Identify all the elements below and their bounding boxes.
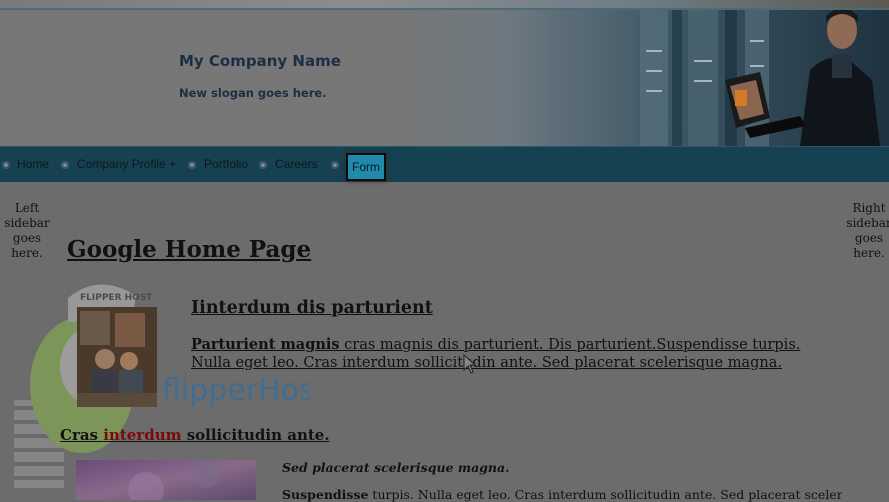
section-paragraph[interactable]: Parturient magnis cras magnis dis partur… bbox=[191, 336, 831, 372]
subsection-italic: Sed placerat scelerisque magna. bbox=[282, 460, 510, 475]
nav-bullet-icon bbox=[259, 161, 267, 169]
page-title[interactable]: Google Home Page bbox=[67, 236, 311, 263]
slogan: New slogan goes here. bbox=[179, 86, 327, 100]
watermark-cap-text: FLIPPER HOST bbox=[80, 293, 153, 303]
right-sidebar: Right sidebar goes here. bbox=[846, 201, 889, 260]
main-nav: Home Company Profile + Portfolio Careers… bbox=[0, 146, 889, 182]
purple-thumbnail bbox=[76, 460, 256, 500]
subsection-title[interactable]: Cras interdum sollicitudin ante. bbox=[60, 426, 330, 444]
subsection-title-start: Cras bbox=[60, 426, 104, 444]
left-sidebar: Left sidebar goes here. bbox=[4, 201, 50, 260]
nav-bullet-icon bbox=[2, 161, 10, 169]
nav-item-company-profile[interactable]: Company Profile + bbox=[77, 147, 176, 182]
top-strip bbox=[0, 0, 889, 8]
office-photo bbox=[77, 307, 157, 407]
nav-bullet-icon bbox=[61, 161, 69, 169]
subsection-title-end: sollicitudin ante. bbox=[181, 426, 330, 444]
mouse-cursor-icon bbox=[463, 354, 477, 374]
nav-item-careers[interactable]: Careers bbox=[275, 147, 318, 182]
nav-item-form[interactable]: Form bbox=[346, 153, 386, 181]
subsection-title-highlight: interdum bbox=[103, 426, 182, 444]
nav-item-portfolio[interactable]: Portfolio bbox=[204, 147, 248, 182]
header-photo bbox=[560, 10, 889, 146]
nav-bullet-icon bbox=[331, 161, 339, 169]
section-lead-bold: Parturient magnis bbox=[191, 336, 340, 353]
company-name[interactable]: My Company Name bbox=[179, 52, 341, 70]
nav-item-home[interactable]: Home bbox=[17, 147, 49, 182]
watermark-brand-text: flipperHost bbox=[162, 373, 310, 408]
site-header: My Company Name New slogan goes here. bbox=[0, 10, 889, 146]
nav-bullet-icon bbox=[188, 161, 196, 169]
section-title[interactable]: Iinterdum dis parturient bbox=[191, 298, 433, 318]
